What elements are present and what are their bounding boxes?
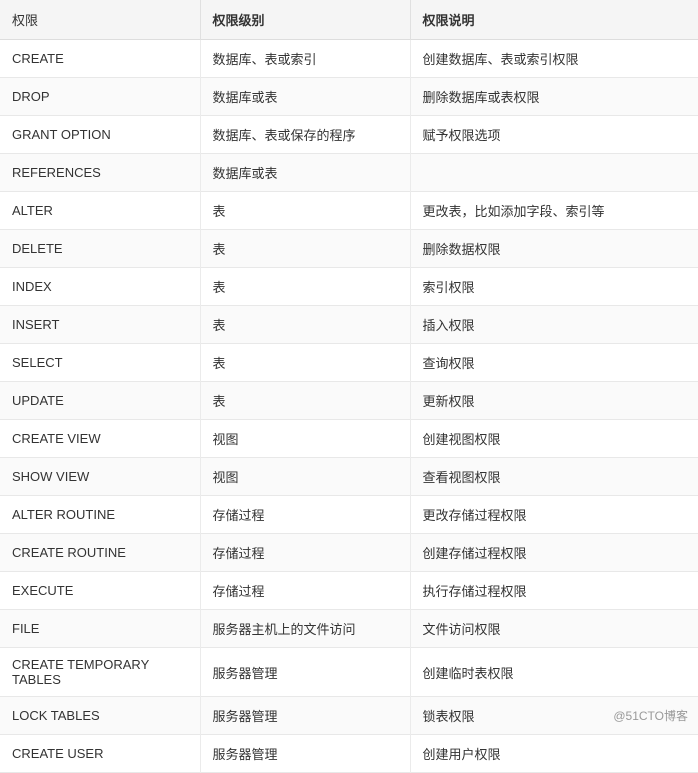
table-header-row: 权限 权限级别 权限说明: [0, 0, 698, 40]
header-level: 权限级别: [200, 0, 410, 40]
cell-privilege: CREATE: [0, 40, 200, 78]
cell-level: 服务器管理: [200, 697, 410, 735]
table-row: CREATE USER服务器管理创建用户权限: [0, 735, 698, 773]
cell-level: 数据库、表或保存的程序: [200, 116, 410, 154]
table-row: DELETE表删除数据权限: [0, 230, 698, 268]
cell-description: 更新权限: [410, 382, 698, 420]
cell-description: 创建存储过程权限: [410, 534, 698, 572]
table-row: ALTER ROUTINE存储过程更改存储过程权限: [0, 496, 698, 534]
cell-level: 视图: [200, 420, 410, 458]
cell-level: 服务器主机上的文件访问: [200, 610, 410, 648]
cell-description: 删除数据权限: [410, 230, 698, 268]
cell-privilege: EXECUTE: [0, 572, 200, 610]
table-row: CREATE TEMPORARY TABLES服务器管理创建临时表权限: [0, 648, 698, 697]
cell-description: 创建临时表权限: [410, 648, 698, 697]
cell-privilege: CREATE TEMPORARY TABLES: [0, 648, 200, 697]
cell-description: [410, 154, 698, 192]
table-row: CREATE数据库、表或索引创建数据库、表或索引权限: [0, 40, 698, 78]
cell-privilege: LOCK TABLES: [0, 697, 200, 735]
cell-privilege: SELECT: [0, 344, 200, 382]
header-privilege: 权限: [0, 0, 200, 40]
cell-description: 文件访问权限: [410, 610, 698, 648]
cell-privilege: DELETE: [0, 230, 200, 268]
table-row: INSERT表插入权限: [0, 306, 698, 344]
table-row: DROP数据库或表删除数据库或表权限: [0, 78, 698, 116]
cell-level: 表: [200, 344, 410, 382]
cell-privilege: ALTER: [0, 192, 200, 230]
cell-description: 查询权限: [410, 344, 698, 382]
table-row: SHOW VIEW视图查看视图权限: [0, 458, 698, 496]
cell-level: 数据库或表: [200, 154, 410, 192]
cell-level: 表: [200, 382, 410, 420]
cell-level: 视图: [200, 458, 410, 496]
cell-level: 表: [200, 230, 410, 268]
cell-level: 表: [200, 306, 410, 344]
cell-description: 更改存储过程权限: [410, 496, 698, 534]
header-description: 权限说明: [410, 0, 698, 40]
cell-privilege: CREATE ROUTINE: [0, 534, 200, 572]
cell-level: 存储过程: [200, 534, 410, 572]
cell-privilege: ALTER ROUTINE: [0, 496, 200, 534]
cell-description: 插入权限: [410, 306, 698, 344]
table-row: REFERENCES数据库或表: [0, 154, 698, 192]
cell-privilege: INSERT: [0, 306, 200, 344]
cell-privilege: GRANT OPTION: [0, 116, 200, 154]
table-row: LOCK TABLES服务器管理锁表权限: [0, 697, 698, 735]
table-row: EXECUTE存储过程执行存储过程权限: [0, 572, 698, 610]
cell-level: 服务器管理: [200, 648, 410, 697]
cell-description: 创建视图权限: [410, 420, 698, 458]
cell-level: 存储过程: [200, 496, 410, 534]
table-row: FILE服务器主机上的文件访问文件访问权限: [0, 610, 698, 648]
privileges-table: 权限 权限级别 权限说明 CREATE数据库、表或索引创建数据库、表或索引权限D…: [0, 0, 698, 773]
cell-description: 更改表，比如添加字段、索引等: [410, 192, 698, 230]
cell-privilege: CREATE USER: [0, 735, 200, 773]
table-row: ALTER表更改表，比如添加字段、索引等: [0, 192, 698, 230]
cell-level: 表: [200, 192, 410, 230]
cell-privilege: CREATE VIEW: [0, 420, 200, 458]
cell-description: 创建用户权限: [410, 735, 698, 773]
cell-privilege: UPDATE: [0, 382, 200, 420]
table-row: UPDATE表更新权限: [0, 382, 698, 420]
watermark-text: @51CTO博客: [613, 707, 688, 724]
cell-description: 查看视图权限: [410, 458, 698, 496]
cell-description: 执行存储过程权限: [410, 572, 698, 610]
cell-level: 数据库或表: [200, 78, 410, 116]
table-row: GRANT OPTION数据库、表或保存的程序赋予权限选项: [0, 116, 698, 154]
cell-privilege: REFERENCES: [0, 154, 200, 192]
cell-level: 数据库、表或索引: [200, 40, 410, 78]
cell-privilege: DROP: [0, 78, 200, 116]
cell-privilege: SHOW VIEW: [0, 458, 200, 496]
cell-level: 存储过程: [200, 572, 410, 610]
cell-privilege: INDEX: [0, 268, 200, 306]
cell-level: 服务器管理: [200, 735, 410, 773]
cell-level: 表: [200, 268, 410, 306]
table-row: CREATE ROUTINE存储过程创建存储过程权限: [0, 534, 698, 572]
table-row: INDEX表索引权限: [0, 268, 698, 306]
cell-description: 赋予权限选项: [410, 116, 698, 154]
table-row: CREATE VIEW视图创建视图权限: [0, 420, 698, 458]
cell-description: 索引权限: [410, 268, 698, 306]
cell-description: 删除数据库或表权限: [410, 78, 698, 116]
cell-privilege: FILE: [0, 610, 200, 648]
table-row: SELECT表查询权限: [0, 344, 698, 382]
cell-description: 创建数据库、表或索引权限: [410, 40, 698, 78]
